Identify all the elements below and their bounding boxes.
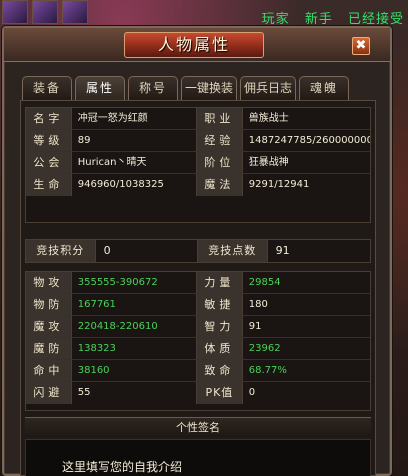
chat-channel-bar: 玩家 新手 已经接受 [252,8,404,27]
guild-value: Hurican丶晴天 [72,152,198,173]
magic-def-value: 138323 [72,338,198,359]
pk-value: 0 [248,387,256,398]
level-label: 等级 [26,130,72,151]
phys-def-value: 167761 [72,294,198,315]
top-icon-bar [2,0,122,28]
constitution-label: 体质 [197,338,243,359]
combat-stats-section: 物攻 355555-390672 力量 29854 物防 167761 敏捷 1… [25,271,371,411]
dodge-label: 闪避 [26,382,72,404]
agility-label: 敏捷 [197,294,243,315]
rank-value: 狂暴战神 [248,157,289,168]
hp-label: 生命 [26,174,72,196]
character-attributes-window: 人物属性 ✖ 装备 属性 称号 一键换装 佣兵日志 魂魄 名字 冲冠一怒为红颜 … [2,26,392,476]
arena-points-value: 0 [96,240,198,262]
tab-mercenary-log[interactable]: 佣兵日志 [240,76,297,100]
attributes-panel: 名字 冲冠一怒为红颜 职业 兽族战士 等级 89 经验 1487247785/2… [20,100,376,476]
tab-title[interactable]: 称号 [128,76,178,100]
window-title: 人物属性 [124,32,264,58]
basic-info-section: 名字 冲冠一怒为红颜 职业 兽族战士 等级 89 经验 1487247785/2… [25,107,371,223]
intellect-value: 91 [248,321,262,332]
crit-value: 68.77% [248,365,287,376]
magic-def-label: 魔防 [26,338,72,359]
close-icon[interactable]: ✖ [352,37,370,55]
magic-atk-label: 魔攻 [26,316,72,337]
info-row: 公会 Hurican丶晴天 阶位 狂暴战神 [26,152,370,174]
rank-label: 阶位 [197,152,243,173]
stat-row: 魔防 138323 体质 23962 [26,338,370,360]
hit-value: 38160 [72,360,198,381]
info-row: 名字 冲冠一怒为红颜 职业 兽族战士 [26,108,370,130]
hp-value: 946960/1038325 [72,174,198,196]
level-value: 89 [72,130,198,151]
signature-input[interactable]: 这里填写您的自我介绍 [25,439,371,476]
skill-icon[interactable] [62,0,88,24]
job-label: 职业 [197,108,243,129]
stat-row: 物攻 355555-390672 力量 29854 [26,272,370,294]
stat-row: 物防 167761 敏捷 180 [26,294,370,316]
stat-row: 魔攻 220418-220610 智力 91 [26,316,370,338]
tab-equipment[interactable]: 装备 [22,76,72,100]
tab-quick-equip[interactable]: 一键换装 [181,76,238,100]
arena-stat-points-value: 91 [275,244,290,257]
stat-row: 命中 38160 致命 68.77% [26,360,370,382]
mp-value: 9291/12941 [248,179,310,190]
name-value: 冲冠一怒为红颜 [72,108,198,129]
name-label: 名字 [26,108,72,129]
arena-points-label: 竞技积分 [26,240,96,262]
dodge-value: 55 [72,382,198,404]
signature-header: 个性签名 [25,417,371,437]
constitution-value: 23962 [248,343,281,354]
job-value: 兽族战士 [248,113,289,124]
magic-atk-value: 220418-220610 [72,316,198,337]
stat-row: 闪避 55 PK值 0 [26,382,370,404]
agility-value: 180 [248,299,268,310]
crit-label: 致命 [197,360,243,381]
tab-soul[interactable]: 魂魄 [299,76,350,100]
chat-channel-player[interactable]: 玩家 [262,12,290,27]
guild-label: 公会 [26,152,72,173]
phys-def-label: 物防 [26,294,72,315]
phys-atk-value: 355555-390672 [72,272,198,293]
exp-label: 经验 [197,130,243,151]
info-row: 生命 946960/1038325 魔法 9291/12941 [26,174,370,196]
chat-channel-accepted[interactable]: 已经接受 [348,12,404,27]
tab-bar: 装备 属性 称号 一键换装 佣兵日志 魂魄 [22,76,350,100]
arena-section: 竞技积分 0 竞技点数 91 [25,239,371,263]
chat-channel-newbie[interactable]: 新手 [305,12,333,27]
tab-attributes[interactable]: 属性 [75,76,125,100]
skill-icon[interactable] [2,0,28,24]
exp-value: 1487247785/2600000000 [248,135,371,146]
arena-stat-points-label: 竞技点数 [198,240,268,262]
intellect-label: 智力 [197,316,243,337]
hit-label: 命中 [26,360,72,381]
mp-label: 魔法 [197,174,243,196]
skill-icon[interactable] [32,0,58,24]
strength-value: 29854 [248,277,281,288]
info-row: 等级 89 经验 1487247785/2600000000 [26,130,370,152]
pk-label: PK值 [197,382,243,404]
strength-label: 力量 [197,272,243,293]
title-bar[interactable]: 人物属性 ✖ [4,28,390,62]
signature-text: 这里填写您的自我介绍 [62,460,183,474]
phys-atk-label: 物攻 [26,272,72,293]
